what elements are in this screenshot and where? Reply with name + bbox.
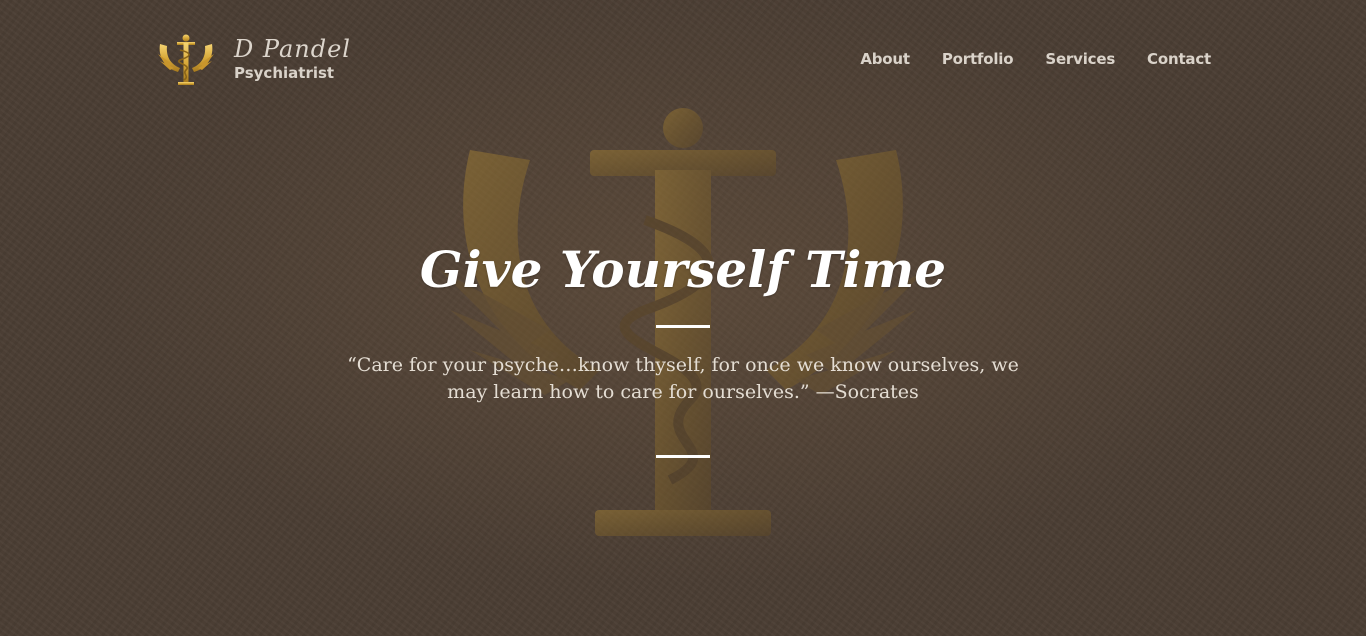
hero-title: Give Yourself Time: [419, 240, 947, 299]
hero-quote: “Care for your psyche…know thyself, for …: [347, 354, 1019, 403]
nav-link-about[interactable]: About: [860, 50, 910, 68]
brand-role: Psychiatrist: [234, 64, 335, 82]
main-nav: About Portfolio Services Contact: [860, 50, 1211, 68]
hero-section: Give Yourself Time: [0, 230, 1366, 310]
nav-link-services[interactable]: Services: [1045, 50, 1115, 68]
divider-bottom: [656, 455, 710, 458]
brand-text: D Pandel Psychiatrist: [234, 35, 351, 83]
nav-link-contact[interactable]: Contact: [1147, 50, 1211, 68]
psi-caduceus-winged-icon: [158, 34, 214, 85]
brand-logo-link[interactable]: D Pandel Psychiatrist: [158, 34, 351, 88]
nav-link-portfolio[interactable]: Portfolio: [942, 50, 1014, 68]
site-header: D Pandel Psychiatrist About Portfolio Se…: [0, 0, 1366, 120]
divider-top: [656, 325, 710, 328]
brand-name: D Pandel: [234, 35, 351, 63]
